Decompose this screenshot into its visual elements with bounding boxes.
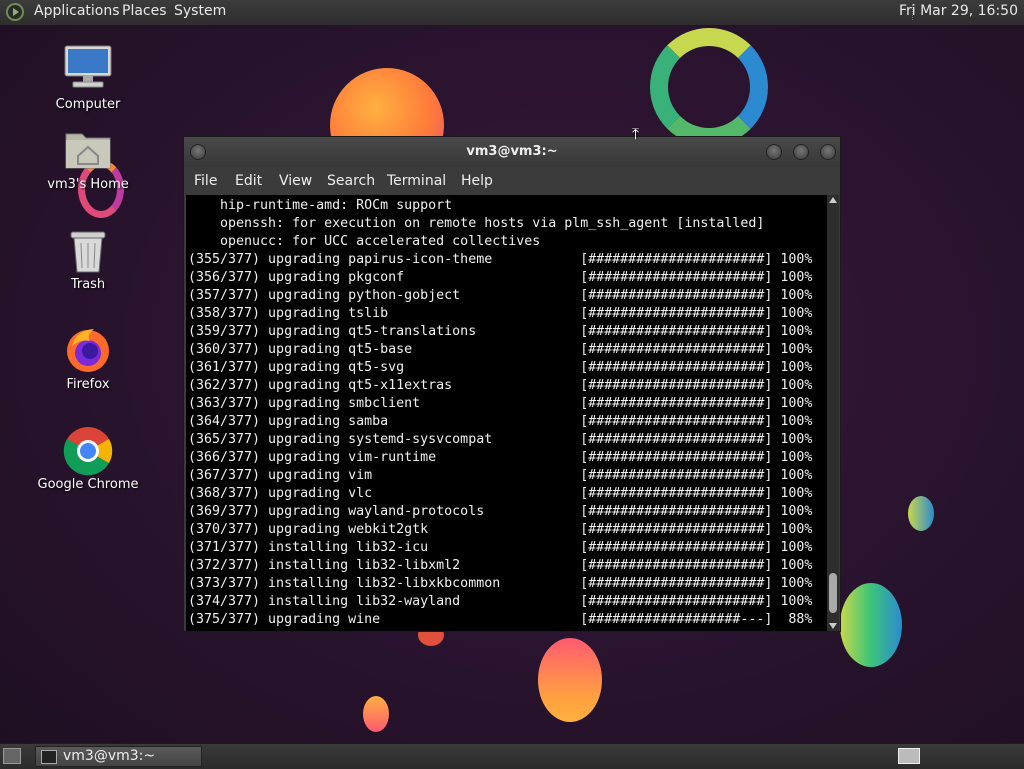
desktop-icon-label: Trash xyxy=(70,277,106,292)
home-folder-icon xyxy=(65,133,111,169)
terminal-line: (361/377) upgrading qt5-svg [###########… xyxy=(188,360,813,375)
menu-help[interactable]: Help xyxy=(461,173,493,189)
decor-blob xyxy=(538,638,602,722)
chrome-icon xyxy=(63,427,113,476)
show-desktop-icon[interactable] xyxy=(3,748,21,764)
terminal-line: (365/377) upgrading systemd-sysvcompat [… xyxy=(188,432,813,447)
top-panel: Applications Places System Fri Mar 29, 1… xyxy=(0,0,1024,26)
scrollbar-thumb[interactable] xyxy=(829,573,837,613)
places-menu[interactable]: Places xyxy=(122,3,167,19)
menu-search[interactable]: Search xyxy=(327,173,375,189)
window-title: vm3@vm3:~ xyxy=(466,144,558,159)
taskbar-item-label: vm3@vm3:~ xyxy=(63,748,156,764)
scroll-down-arrow-icon[interactable] xyxy=(829,623,837,629)
menu-view[interactable]: View xyxy=(279,173,312,189)
decor-ring xyxy=(650,28,768,146)
terminal-line: hip-runtime-amd: ROCm support xyxy=(188,198,453,213)
terminal-line: (374/377) installing lib32-wayland [####… xyxy=(188,594,813,609)
terminal-line: (359/377) upgrading qt5-translations [##… xyxy=(188,324,813,339)
distro-logo-icon[interactable] xyxy=(6,3,24,21)
terminal-line: (366/377) upgrading vim-runtime [#######… xyxy=(188,450,813,465)
terminal-line: (367/377) upgrading vim [###############… xyxy=(188,468,813,483)
desktop-icon-label: Computer xyxy=(55,97,121,112)
terminal-line: (370/377) upgrading webkit2gtk [########… xyxy=(188,522,813,537)
terminal-line: (357/377) upgrading python-gobject [####… xyxy=(188,288,813,303)
decor-blob xyxy=(363,696,389,732)
applications-menu[interactable]: Applications xyxy=(34,3,120,19)
terminal-menubar: File Edit View Search Terminal Help xyxy=(184,167,840,195)
desktop-icon-label: Firefox xyxy=(66,377,110,392)
terminal-line: (356/377) upgrading pkgconf [###########… xyxy=(188,270,813,285)
terminal-line: (355/377) upgrading papirus-icon-theme [… xyxy=(188,252,813,267)
clock[interactable]: Fri Mar 29, 16:50 xyxy=(899,3,1018,19)
terminal-titlebar[interactable]: vm3@vm3:~ xyxy=(184,137,840,167)
terminal-output[interactable]: hip-runtime-amd: ROCm support openssh: f… xyxy=(186,195,827,631)
trash-icon xyxy=(70,231,106,273)
terminal-line: (369/377) upgrading wayland-protocols [#… xyxy=(188,504,813,519)
maximize-button[interactable] xyxy=(793,144,809,160)
system-menu[interactable]: System xyxy=(174,3,226,19)
terminal-line: (375/377) upgrading wine [##############… xyxy=(188,612,813,627)
terminal-line: (368/377) upgrading vlc [###############… xyxy=(188,486,813,501)
decor-blob xyxy=(908,496,934,531)
bottom-panel: vm3@vm3:~ xyxy=(0,743,1024,769)
terminal-icon xyxy=(41,750,57,764)
taskbar-item-terminal[interactable]: vm3@vm3:~ xyxy=(35,746,202,767)
terminal-window[interactable]: vm3@vm3:~ File Edit View Search Terminal… xyxy=(183,136,841,632)
minimize-button[interactable] xyxy=(766,144,782,160)
close-button[interactable] xyxy=(820,144,836,160)
terminal-line: (373/377) installing lib32-libxkbcommon … xyxy=(188,576,813,591)
desktop-icon-label: Google Chrome xyxy=(37,477,139,492)
computer-icon xyxy=(64,45,112,88)
scroll-up-arrow-icon[interactable] xyxy=(829,197,837,203)
terminal-line: (371/377) installing lib32-icu [########… xyxy=(188,540,813,555)
firefox-icon xyxy=(67,329,109,372)
terminal-line: openssh: for execution on remote hosts v… xyxy=(188,216,765,231)
desktop-icon-label: vm3's Home xyxy=(47,177,129,192)
terminal-line: openucc: for UCC accelerated collectives xyxy=(188,234,541,249)
terminal-text: hip-runtime-amd: ROCm support openssh: f… xyxy=(188,197,812,629)
terminal-line: (364/377) upgrading samba [#############… xyxy=(188,414,813,429)
terminal-line: (363/377) upgrading smbclient [#########… xyxy=(188,396,813,411)
decor-blob xyxy=(840,583,902,667)
menu-edit[interactable]: Edit xyxy=(235,173,262,189)
terminal-line: (362/377) upgrading qt5-x11extras [#####… xyxy=(188,378,813,393)
terminal-scrollbar[interactable] xyxy=(827,195,839,631)
workspace-switcher[interactable] xyxy=(898,748,920,764)
terminal-line: (372/377) installing lib32-libxml2 [####… xyxy=(188,558,813,573)
terminal-line: (360/377) upgrading qt5-base [##########… xyxy=(188,342,813,357)
terminal-line: (358/377) upgrading tslib [#############… xyxy=(188,306,813,321)
mouse-cursor-icon: ⤒ xyxy=(632,124,640,143)
menu-terminal[interactable]: Terminal xyxy=(387,173,446,189)
menu-file[interactable]: File xyxy=(194,173,217,189)
